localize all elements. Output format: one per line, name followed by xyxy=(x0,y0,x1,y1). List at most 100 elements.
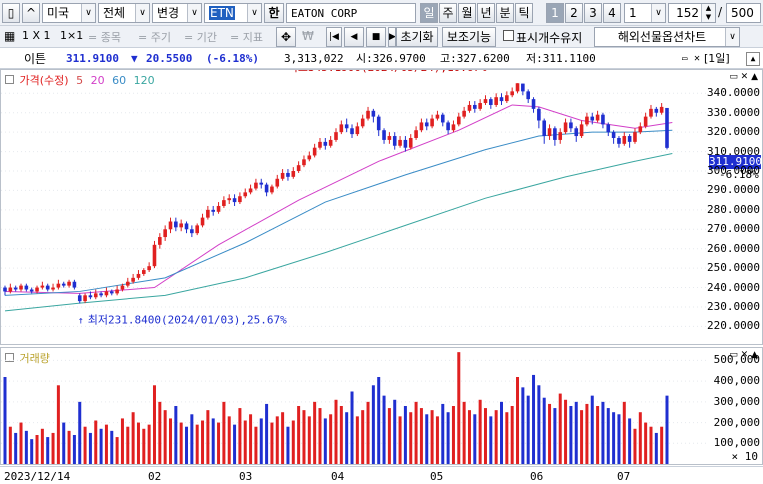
period-tag: [1일] xyxy=(704,52,730,65)
candle xyxy=(585,112,589,127)
candle xyxy=(414,126,418,140)
grid-layout-icon[interactable]: ▦ xyxy=(4,29,15,43)
volume-bar xyxy=(654,432,658,464)
tab-minute[interactable]: 분 xyxy=(496,3,514,23)
quote-open: 시:326.9700 xyxy=(356,52,426,65)
stop-button[interactable]: ■ xyxy=(366,27,386,47)
overseas-chart-select[interactable]: 해외선물옵션차트 ∨ xyxy=(594,27,740,47)
count-stepper[interactable]: 152 ▲ ▼ xyxy=(668,3,716,23)
y-tick-label: 500,000 xyxy=(713,353,760,367)
volume-bar xyxy=(56,385,60,464)
candle xyxy=(355,122,360,137)
candle xyxy=(45,283,50,292)
candle xyxy=(147,262,151,273)
volume-bar xyxy=(601,401,605,464)
tab-month[interactable]: 월 xyxy=(458,3,476,23)
crosshair-move-icon[interactable]: ✥ xyxy=(276,27,296,47)
cycle-link-label[interactable]: = 주기 xyxy=(138,29,171,45)
candle xyxy=(339,120,344,135)
volume-bar xyxy=(489,416,493,464)
y-tick-label: 330.0000 xyxy=(707,105,760,119)
y-tick-label: 290.0000 xyxy=(707,183,760,197)
candle xyxy=(617,136,621,148)
keep-count-checkbox[interactable] xyxy=(503,30,514,41)
price-panel[interactable]: 가격(수정) 5 20 60 120 ▭ ✕ ▲ 최고345.1900(2024… xyxy=(0,69,763,345)
menu-toggle-button[interactable]: ▯ xyxy=(2,3,20,23)
volume-bar xyxy=(147,424,151,464)
market-select-value: 미국 xyxy=(47,6,70,20)
panel-close-icon[interactable]: ✕ xyxy=(694,49,700,69)
candle xyxy=(387,132,392,144)
candle xyxy=(643,112,648,129)
tab-num-4[interactable]: 4 xyxy=(603,3,621,23)
ma60-line xyxy=(4,129,673,296)
x-tick-label: 03 xyxy=(239,470,253,483)
volume-bar xyxy=(334,399,338,464)
candle xyxy=(376,114,381,137)
candle xyxy=(270,184,274,195)
volume-bar xyxy=(590,395,594,464)
han-toggle-button[interactable]: 한 xyxy=(264,3,284,23)
tab-num-1[interactable]: 1 xyxy=(546,3,564,23)
candle xyxy=(291,167,296,179)
volume-bar xyxy=(403,406,407,464)
candle xyxy=(179,219,183,232)
main-toolbar: ▯ ^ 미국 ∨ 전체 ∨ 변경 ∨ ETN ∨ 한 EATON CORP 일 … xyxy=(0,0,763,26)
currency-won-label[interactable]: ₩ xyxy=(302,29,314,43)
candle xyxy=(24,283,29,292)
volume-bar xyxy=(419,408,423,464)
symbol-code-input[interactable]: ETN ∨ xyxy=(204,3,262,23)
stepper-arrows-icon[interactable]: ▲ ▼ xyxy=(701,4,715,22)
volume-bar xyxy=(505,412,509,464)
x-tick-label: 04 xyxy=(331,470,345,483)
volume-bar xyxy=(457,352,461,464)
volume-bar xyxy=(638,412,642,464)
grid-layout-label[interactable]: 1 X 1 xyxy=(22,29,51,42)
tab-year[interactable]: 년 xyxy=(477,3,495,23)
candle xyxy=(238,192,242,205)
tab-num-2[interactable]: 2 xyxy=(565,3,583,23)
next-button[interactable]: ▶ xyxy=(388,27,396,47)
volume-bar xyxy=(574,401,578,464)
grid-layout-small-label[interactable]: 1×1 xyxy=(60,29,83,42)
volume-bar xyxy=(238,408,242,464)
prev-button[interactable]: ◀ xyxy=(344,27,364,47)
volume-bar xyxy=(185,426,189,464)
reset-button[interactable]: 초기화 xyxy=(396,27,438,47)
volume-bar xyxy=(302,410,306,464)
market-up-button[interactable]: ^ xyxy=(22,3,40,23)
volume-panel[interactable]: 거래량 ▭ ✕ ▲ 500,000 400,000 300,000 200,000 10… xyxy=(0,347,763,465)
candle xyxy=(382,128,386,144)
period-value-select[interactable]: 1 ∨ xyxy=(624,3,666,23)
x-tick-label: 05 xyxy=(430,470,444,483)
volume-bar xyxy=(72,435,76,464)
volume-unit: × 10 xyxy=(731,450,759,463)
price-chart[interactable]: 최고345.1900(2024/05/24),10.67%→ ↑ 최저231.840… xyxy=(1,70,708,340)
change-select[interactable]: 변경 ∨ xyxy=(152,3,202,23)
high-arrow-icon: → xyxy=(487,70,493,74)
volume-bar xyxy=(286,426,290,464)
assist-function-button[interactable]: 보조기능 xyxy=(442,27,496,47)
panel-scroll-icon[interactable]: ▲ xyxy=(746,52,760,66)
volume-bar xyxy=(585,403,589,464)
tab-week[interactable]: 주 xyxy=(439,3,457,23)
range-link-label[interactable]: = 기간 xyxy=(184,29,217,45)
indicator-link-label[interactable]: = 지표 xyxy=(230,29,263,45)
candle xyxy=(440,112,445,127)
volume-bar xyxy=(136,422,140,464)
volume-bar xyxy=(201,420,205,464)
volume-bar xyxy=(494,410,498,464)
panel-min-icon[interactable]: ▭ xyxy=(682,49,687,69)
volume-bar xyxy=(19,422,23,464)
category-select[interactable]: 전체 ∨ xyxy=(98,3,150,23)
first-button[interactable]: |◀ xyxy=(326,27,342,47)
stock-link-label[interactable]: = 종목 xyxy=(88,29,121,45)
tab-tick[interactable]: 틱 xyxy=(515,3,533,23)
volume-bar xyxy=(339,406,343,464)
volume-bar xyxy=(366,401,370,464)
candle xyxy=(553,126,557,146)
tab-day[interactable]: 일 xyxy=(420,3,438,23)
market-select[interactable]: 미국 ∨ xyxy=(42,3,96,23)
volume-chart[interactable] xyxy=(1,348,708,464)
tab-num-3[interactable]: 3 xyxy=(584,3,602,23)
